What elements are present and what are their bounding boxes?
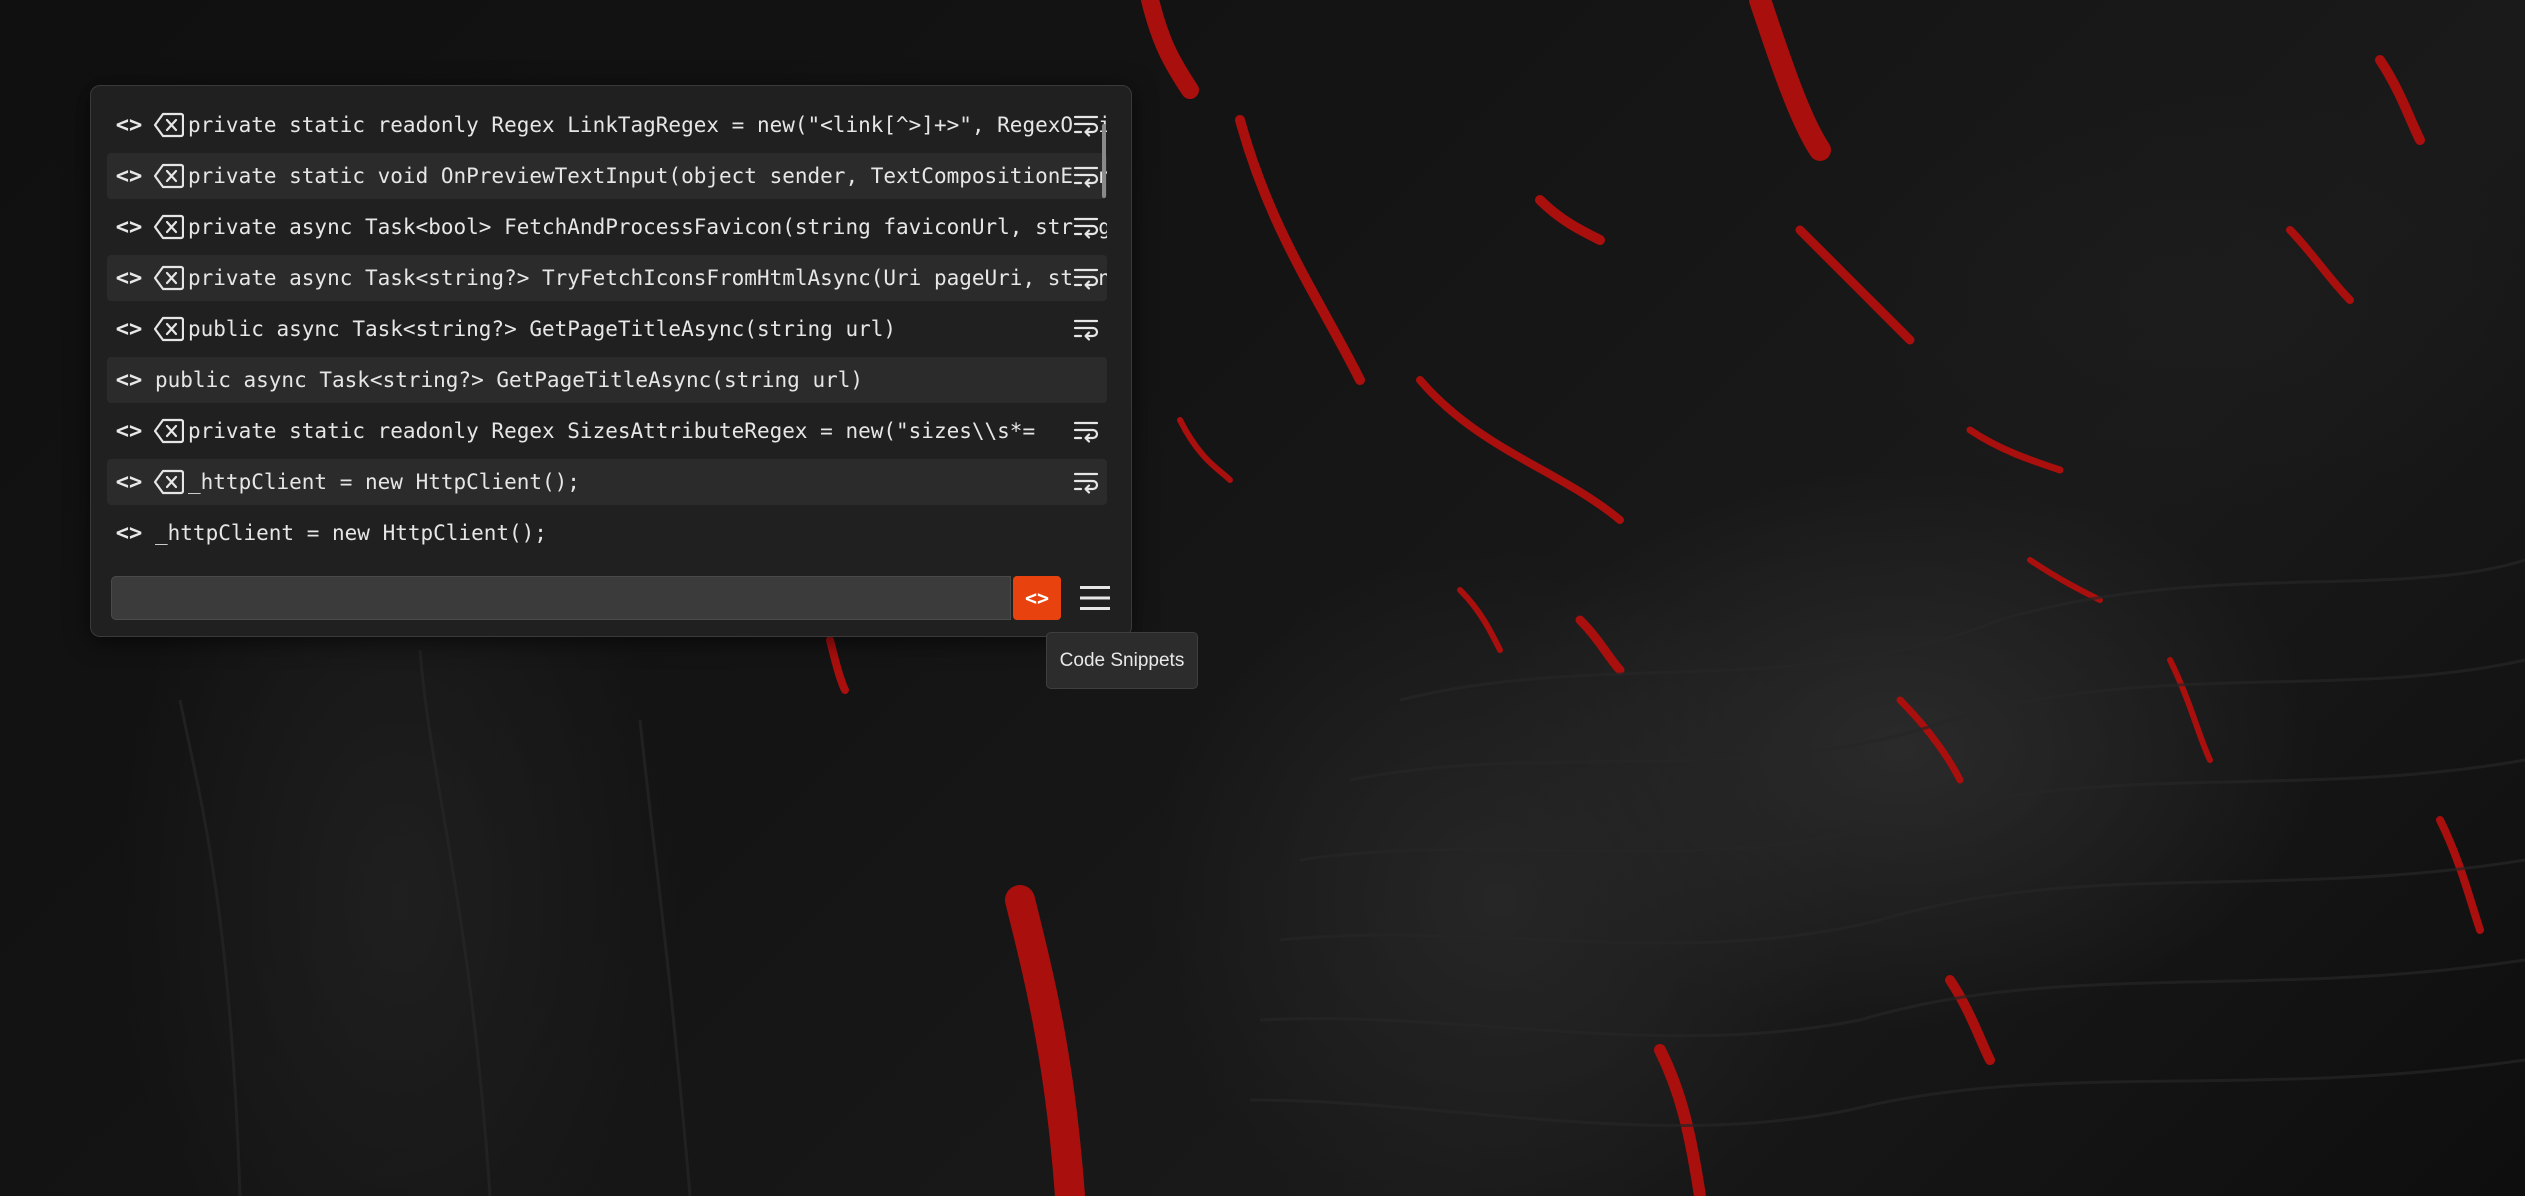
- text-wrap-icon[interactable]: [1073, 163, 1099, 189]
- text-wrap-icon[interactable]: [1073, 214, 1099, 240]
- snippet-text: private static void OnPreviewTextInput(o…: [188, 164, 1107, 188]
- code-icon: <>: [115, 469, 143, 495]
- snippet-text: private async Task<string?> TryFetchIcon…: [188, 266, 1107, 290]
- snippet-row[interactable]: <> public async Task<string?> GetPageTitl…: [107, 306, 1107, 352]
- snippet-row[interactable]: <> private async Task<string?> TryFetchIc…: [107, 255, 1107, 301]
- text-wrap-icon[interactable]: [1073, 469, 1099, 495]
- code-snippets-button[interactable]: <>: [1013, 576, 1061, 620]
- menu-button[interactable]: [1073, 576, 1117, 620]
- snippet-row[interactable]: <> private static readonly Regex LinkTagR…: [107, 102, 1107, 148]
- snippet-text: private static readonly Regex LinkTagReg…: [188, 113, 1107, 137]
- code-icon: <>: [115, 112, 143, 138]
- code-icon: <>: [1024, 586, 1050, 610]
- hamburger-menu-icon: [1080, 586, 1110, 610]
- code-icon: <>: [115, 316, 143, 342]
- snippet-text: public async Task<string?> GetPageTitleA…: [155, 368, 864, 392]
- snippet-text: _httpClient = new HttpClient();: [155, 521, 547, 545]
- scrollbar-thumb[interactable]: [1102, 124, 1106, 198]
- snippet-row[interactable]: <> private async Task<bool> FetchAndProce…: [107, 204, 1107, 250]
- delete-snippet-icon[interactable]: [154, 213, 184, 241]
- text-wrap-icon[interactable]: [1073, 112, 1099, 138]
- delete-snippet-icon[interactable]: [154, 162, 184, 190]
- tooltip-text: Code Snippets: [1059, 649, 1185, 671]
- snippet-row[interactable]: <> public async Task<string?> GetPageTitl…: [107, 357, 1107, 403]
- snippet-search-input[interactable]: [111, 576, 1011, 620]
- code-icon: <>: [115, 163, 143, 189]
- tooltip: Code Snippets: [1046, 632, 1198, 689]
- delete-snippet-icon[interactable]: [154, 111, 184, 139]
- delete-snippet-icon[interactable]: [154, 264, 184, 292]
- code-icon: <>: [115, 418, 143, 444]
- snippet-text: private async Task<bool> FetchAndProcess…: [188, 215, 1107, 239]
- text-wrap-icon[interactable]: [1073, 418, 1099, 444]
- snippet-row[interactable]: <> private static readonly Regex SizesAtt…: [107, 408, 1107, 454]
- text-wrap-icon[interactable]: [1073, 265, 1099, 291]
- snippet-text: private static readonly Regex SizesAttri…: [188, 419, 1036, 443]
- delete-snippet-icon[interactable]: [154, 417, 184, 445]
- code-icon: <>: [115, 367, 143, 393]
- snippet-row[interactable]: <> private static void OnPreviewTextInput…: [107, 153, 1107, 199]
- delete-snippet-icon[interactable]: [154, 315, 184, 343]
- code-snippets-panel: <> private static readonly Regex LinkTagR…: [90, 85, 1132, 637]
- snippet-row[interactable]: <> _httpClient = new HttpClient();: [107, 459, 1107, 505]
- code-icon: <>: [115, 265, 143, 291]
- snippet-row[interactable]: <> _httpClient = new HttpClient();: [107, 510, 1107, 556]
- code-icon: <>: [115, 520, 143, 546]
- snippet-list: <> private static readonly Regex LinkTagR…: [107, 102, 1107, 562]
- code-icon: <>: [115, 214, 143, 240]
- delete-snippet-icon[interactable]: [154, 468, 184, 496]
- snippet-text: public async Task<string?> GetPageTitleA…: [188, 317, 897, 341]
- text-wrap-icon[interactable]: [1073, 316, 1099, 342]
- snippet-text: _httpClient = new HttpClient();: [188, 470, 580, 494]
